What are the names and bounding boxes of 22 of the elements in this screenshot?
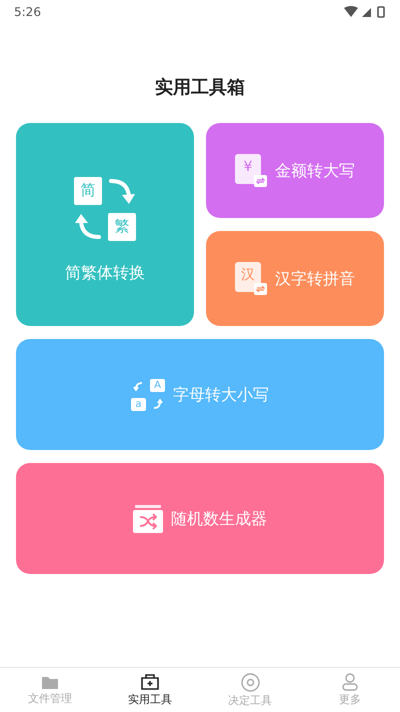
nav-tab[interactable]: 实用工具 — [100, 668, 200, 712]
tool-card[interactable]: A a 字母转大小写 — [16, 339, 384, 450]
page-title: 实用工具箱 — [154, 76, 246, 100]
person-icon — [342, 673, 358, 691]
tool-label: 汉字转拼音 — [275, 268, 355, 288]
tool-label: 金额转大写 — [275, 160, 355, 180]
nav-tab[interactable]: 更多 — [300, 668, 400, 712]
tool-card[interactable]: ¥ 金额转大写 — [206, 123, 384, 218]
tool-card[interactable]: 随机数生成器 — [16, 463, 384, 574]
nav-tab[interactable]: 决定工具 — [200, 668, 300, 712]
status-time: 5:26 — [14, 5, 41, 19]
tool-card[interactable]: 汉 汉字转拼音 — [206, 231, 384, 326]
nav-tab[interactable]: 文件管理 — [0, 668, 100, 712]
shuffle-icon — [133, 504, 163, 532]
tool-card[interactable]: 简 繁 简繁体转换 — [16, 123, 194, 326]
folder-icon — [41, 674, 59, 690]
status-icons — [344, 6, 388, 18]
tool-label: 字母转大小写 — [173, 384, 269, 404]
tool-label: 简繁体转换 — [65, 262, 145, 282]
tool-label: 随机数生成器 — [171, 508, 267, 528]
target-icon — [240, 672, 260, 692]
toolbox-icon — [140, 673, 160, 691]
